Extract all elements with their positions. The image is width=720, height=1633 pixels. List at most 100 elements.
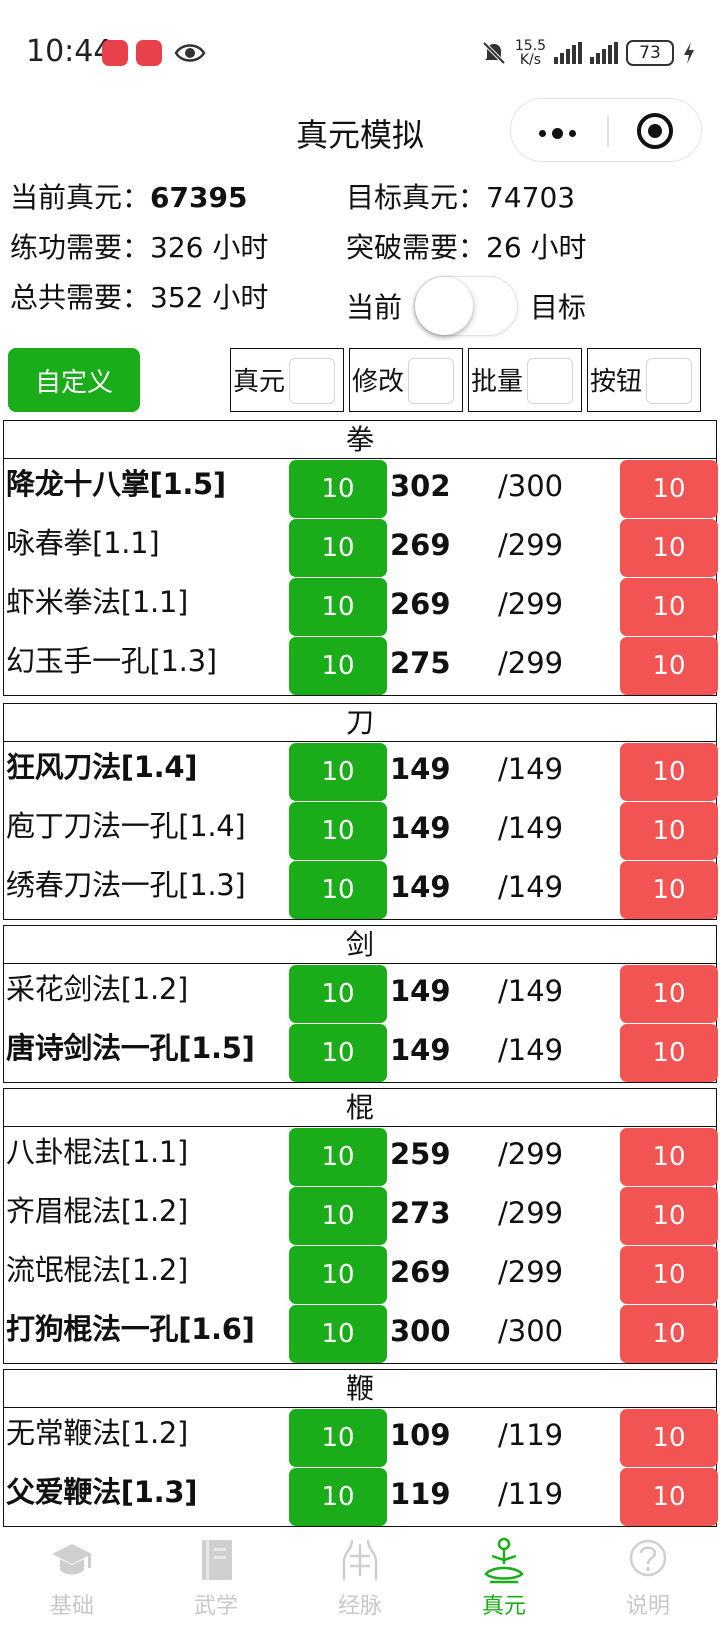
skill-row: 齐眉棍法[1.2] 10 273 /299 10 — [4, 1186, 718, 1245]
decrease-button[interactable]: 10 — [620, 1246, 718, 1304]
increase-button[interactable]: 10 — [289, 1246, 387, 1304]
decrease-button[interactable]: 10 — [620, 861, 718, 919]
signal-icon — [590, 42, 618, 64]
increase-button[interactable]: 10 — [289, 1024, 387, 1082]
checkbox-buttons[interactable]: 按钮 — [587, 348, 701, 412]
skill-name: 狂风刀法[1.4] — [6, 750, 198, 784]
skill-row: 八卦棍法[1.1] 10 259 /299 10 — [4, 1127, 718, 1186]
checkbox-batch[interactable]: 批量 — [468, 348, 582, 412]
toggle-left-label: 当前 — [346, 291, 403, 324]
skill-current: 149 — [390, 811, 451, 845]
increase-button[interactable]: 10 — [289, 460, 387, 518]
skill-max: /149 — [498, 811, 564, 845]
increase-button[interactable]: 10 — [289, 1409, 387, 1467]
skill-name: 八卦棍法[1.1] — [6, 1135, 189, 1169]
target-zhenyuan: 目标真元：74703 — [346, 181, 576, 214]
tab-basics[interactable]: 基础 — [0, 1528, 144, 1633]
skill-name: 唐诗剑法一孔[1.5] — [6, 1031, 255, 1065]
checkbox-zhenyuan[interactable]: 真元 — [230, 348, 344, 412]
book-icon — [202, 1540, 232, 1580]
help-icon — [629, 1539, 667, 1577]
practice-required: 练功需要：326 小时 — [10, 231, 269, 264]
skill-current: 109 — [390, 1418, 451, 1452]
skill-name: 齐眉棍法[1.2] — [6, 1194, 189, 1228]
group-sword: 剑 采花剑法[1.2] 10 149 /149 10 唐诗剑法一孔[1.5] 1… — [3, 925, 718, 1083]
decrease-button[interactable]: 10 — [620, 743, 718, 801]
current-target-switch[interactable] — [414, 276, 518, 336]
signal-icon — [554, 42, 582, 64]
skill-row: 无常鞭法[1.2] 10 109 /119 10 — [4, 1408, 718, 1467]
skill-row: 狂风刀法[1.4] 10 149 /149 10 — [4, 742, 718, 801]
increase-button[interactable]: 10 — [289, 743, 387, 801]
decrease-button[interactable]: 10 — [620, 578, 718, 636]
skill-max: /299 — [498, 1255, 564, 1289]
skill-current: 300 — [390, 1314, 451, 1348]
decrease-button[interactable]: 10 — [620, 965, 718, 1023]
skill-row: 采花剑法[1.2] 10 149 /149 10 — [4, 964, 718, 1023]
increase-button[interactable]: 10 — [289, 1305, 387, 1363]
skill-name: 幻玉手一孔[1.3] — [6, 644, 217, 678]
decrease-button[interactable]: 10 — [620, 1024, 718, 1082]
decrease-button[interactable]: 10 — [620, 460, 718, 518]
skill-max: /149 — [498, 1033, 564, 1067]
increase-button[interactable]: 10 — [289, 1187, 387, 1245]
increase-button[interactable]: 10 — [289, 578, 387, 636]
skill-max: /299 — [498, 587, 564, 621]
skill-current: 149 — [390, 870, 451, 904]
decrease-button[interactable]: 10 — [620, 802, 718, 860]
skill-name: 打狗棍法一孔[1.6] — [6, 1312, 255, 1346]
skill-max: /299 — [498, 528, 564, 562]
tab-meridians[interactable]: 经脉 — [288, 1528, 432, 1633]
decrease-button[interactable]: 10 — [620, 1128, 718, 1186]
skill-name: 降龙十八掌[1.5] — [6, 467, 226, 501]
skill-current: 269 — [390, 528, 451, 562]
close-target-icon[interactable] — [637, 113, 673, 149]
increase-button[interactable]: 10 — [289, 965, 387, 1023]
checkbox-modify[interactable]: 修改 — [349, 348, 463, 412]
increase-button[interactable]: 10 — [289, 802, 387, 860]
decrease-button[interactable]: 10 — [620, 1409, 718, 1467]
skill-name: 咏春拳[1.1] — [6, 526, 160, 560]
skill-name: 绣春刀法一孔[1.3] — [6, 868, 246, 902]
skill-max: /149 — [498, 974, 564, 1008]
scholar-hat-icon — [52, 1544, 92, 1575]
skill-row: 降龙十八掌[1.5] 10 302 /300 10 — [4, 459, 718, 518]
total-required: 总共需要：352 小时 — [10, 281, 269, 314]
skill-current: 149 — [390, 1033, 451, 1067]
checkbox-box[interactable] — [289, 358, 335, 404]
custom-button[interactable]: 自定义 — [8, 348, 140, 412]
decrease-button[interactable]: 10 — [620, 519, 718, 577]
group-fist: 拳 降龙十八掌[1.5] 10 302 /300 10 咏春拳[1.1] 10 … — [3, 420, 718, 696]
skill-max: /149 — [498, 870, 564, 904]
increase-button[interactable]: 10 — [289, 519, 387, 577]
checkbox-box[interactable] — [408, 358, 454, 404]
skill-row: 庖丁刀法一孔[1.4] 10 149 /149 10 — [4, 801, 718, 860]
increase-button[interactable]: 10 — [289, 1468, 387, 1526]
tab-zhenyuan[interactable]: 真元 — [432, 1528, 576, 1633]
tab-martial-arts[interactable]: 武学 — [144, 1528, 288, 1633]
skill-current: 259 — [390, 1137, 451, 1171]
more-icon[interactable] — [539, 128, 576, 139]
tab-bar: 基础 武学 经脉 真元 说明 — [0, 1528, 720, 1633]
decrease-button[interactable]: 10 — [620, 1468, 718, 1526]
increase-button[interactable]: 10 — [289, 861, 387, 919]
decrease-button[interactable]: 10 — [620, 1305, 718, 1363]
decrease-button[interactable]: 10 — [620, 1187, 718, 1245]
skill-name: 父爱鞭法[1.3] — [6, 1475, 198, 1509]
skill-current: 149 — [390, 752, 451, 786]
increase-button[interactable]: 10 — [289, 1128, 387, 1186]
status-bar: 10:44 15.5 K/s 73 — [0, 0, 720, 100]
decrease-button[interactable]: 10 — [620, 637, 718, 695]
group-title: 鞭 — [4, 1370, 716, 1408]
checkbox-box[interactable] — [527, 358, 573, 404]
skill-row: 流氓棍法[1.2] 10 269 /299 10 — [4, 1245, 718, 1304]
charging-icon — [684, 42, 694, 64]
skill-current: 269 — [390, 587, 451, 621]
skill-row: 打狗棍法一孔[1.6] 10 300 /300 10 — [4, 1304, 718, 1363]
increase-button[interactable]: 10 — [289, 637, 387, 695]
skill-name: 流氓棍法[1.2] — [6, 1253, 189, 1287]
tab-help[interactable]: 说明 — [576, 1528, 720, 1633]
skill-max: /299 — [498, 1137, 564, 1171]
group-staff: 棍 八卦棍法[1.1] 10 259 /299 10 齐眉棍法[1.2] 10 … — [3, 1088, 718, 1364]
checkbox-box[interactable] — [646, 358, 692, 404]
